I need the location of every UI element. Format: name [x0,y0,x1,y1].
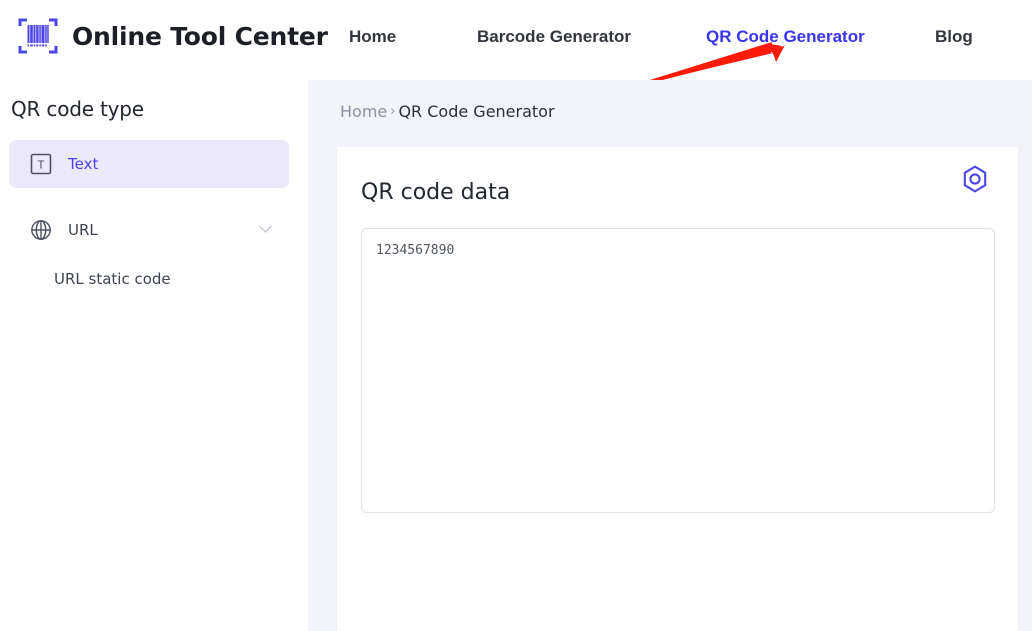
settings-button[interactable] [955,159,995,199]
sidebar-title: QR code type [11,97,144,121]
brand-name: Online Tool Center [72,21,328,51]
svg-text:T: T [37,159,45,172]
breadcrumb-separator: › [390,104,396,119]
qr-type-sidebar: QR code type T Text URL URL static code [0,80,308,631]
hexagon-target-icon [963,165,987,193]
brand-logo-link[interactable]: Online Tool Center [16,14,328,58]
breadcrumb: Home › QR Code Generator [340,102,555,121]
nav-item-barcode-generator[interactable]: Barcode Generator [477,27,631,47]
nav-item-qr-code-generator[interactable]: QR Code Generator [706,27,865,47]
sidebar-item-text[interactable]: T Text [9,140,289,188]
chevron-down-icon[interactable] [259,225,272,234]
breadcrumb-current: QR Code Generator [398,102,555,121]
main-navigation: Home Barcode Generator QR Code Generator… [330,0,1032,80]
sidebar-subitem-url-static-code[interactable]: URL static code [54,270,171,288]
globe-icon [31,220,51,240]
sidebar-item-url-label: URL [68,221,98,239]
site-header: Online Tool Center Home Barcode Generato… [0,0,1032,83]
barcode-scan-icon [18,18,58,54]
nav-item-blog[interactable]: Blog [935,27,973,47]
qr-code-data-card: QR code data [337,147,1032,631]
sidebar-item-url[interactable]: URL [9,206,289,254]
nav-item-home[interactable]: Home [349,27,396,47]
breadcrumb-home[interactable]: Home [340,102,387,121]
text-box-icon: T [30,153,52,175]
main-content: Home › QR Code Generator QR code data [308,80,1032,631]
right-gutter [1018,80,1032,631]
qr-code-data-input[interactable] [361,228,995,513]
card-title: QR code data [361,180,511,206]
sidebar-item-text-label: Text [68,155,99,173]
